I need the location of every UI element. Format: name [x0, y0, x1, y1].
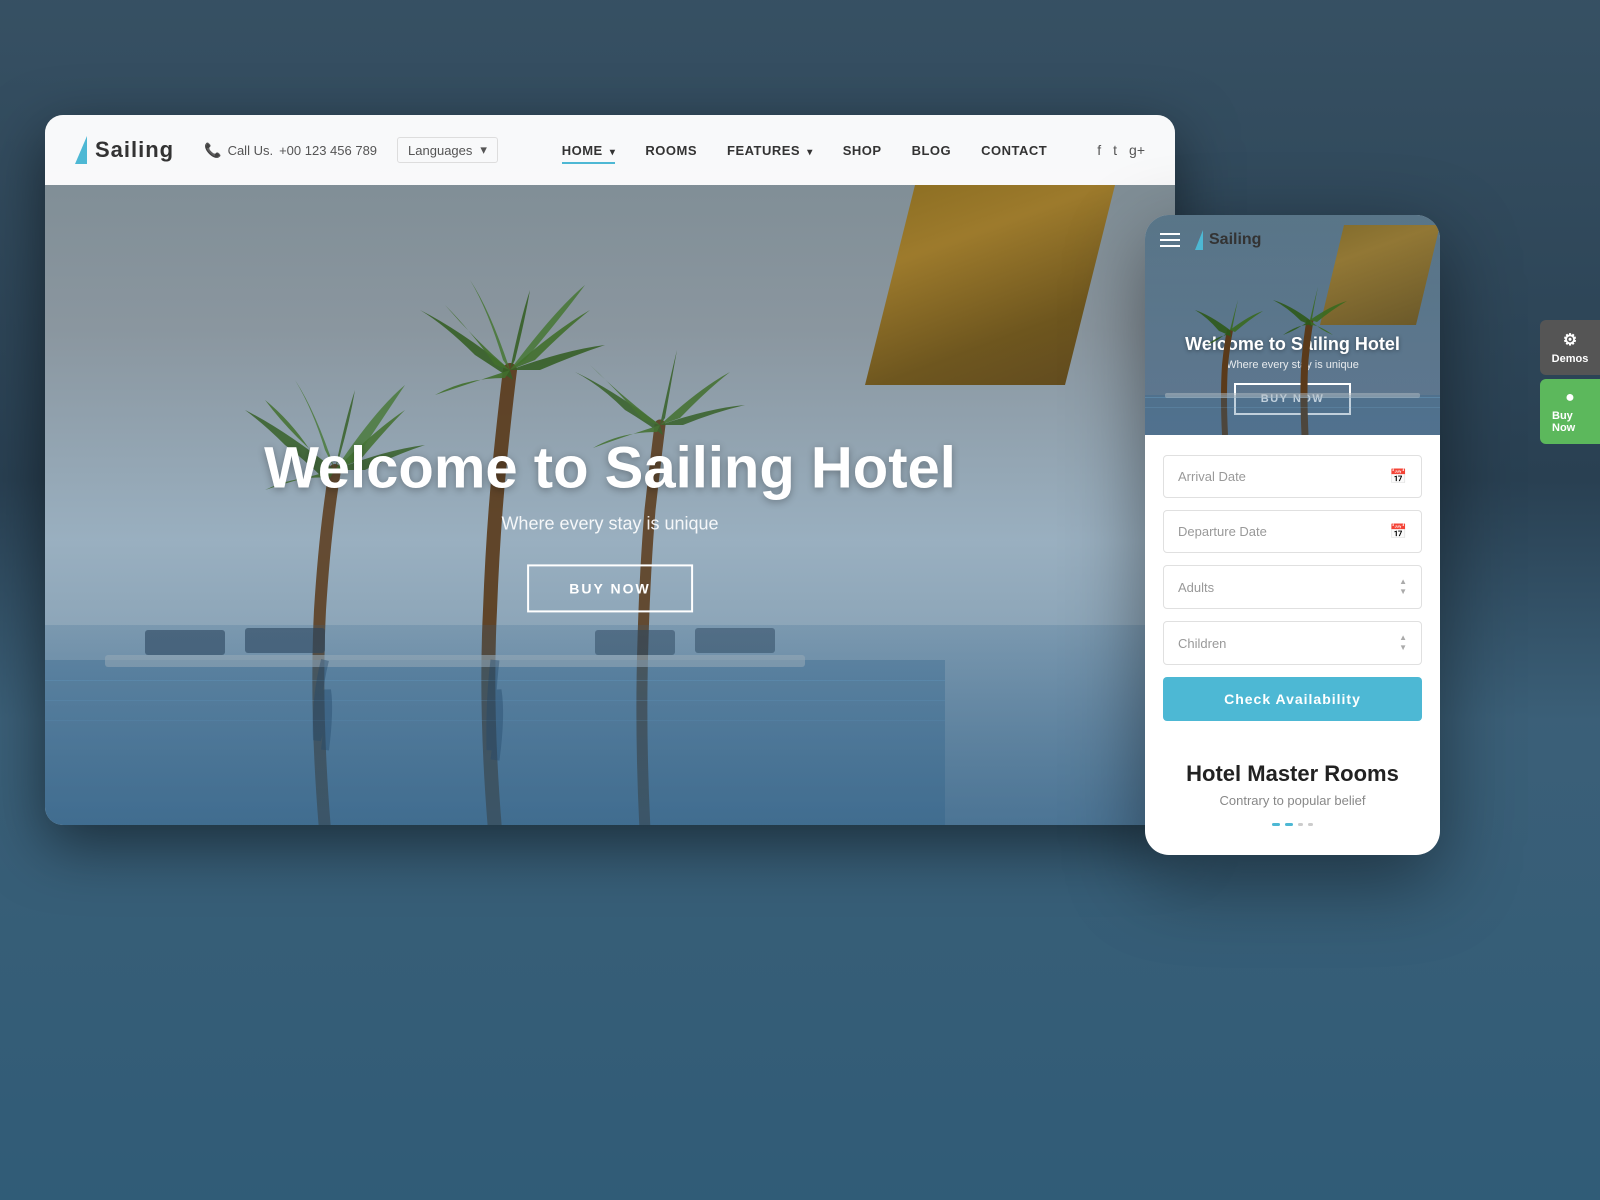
mobile-navbar: Sailing [1145, 215, 1440, 265]
mobile-logo[interactable]: Sailing [1195, 230, 1261, 250]
nav-item-features[interactable]: FEATURES ▾ [727, 143, 813, 158]
check-availability-button[interactable]: Check Availability [1163, 677, 1422, 721]
dot-inactive-2 [1308, 823, 1313, 826]
desktop-logo[interactable]: Sailing [75, 136, 174, 164]
adults-arrow-up: ▲ [1399, 578, 1407, 586]
desktop-languages-arrow-icon: ▾ [480, 142, 487, 158]
dot-active-1 [1272, 823, 1280, 826]
mobile-logo-text: Sailing [1209, 231, 1261, 249]
nav-item-home[interactable]: HOME ▾ [562, 143, 616, 158]
desktop-hero-subtitle: Where every stay is unique [264, 513, 956, 534]
hamburger-line-2 [1160, 239, 1180, 241]
mobile-palm-decoration [1145, 275, 1440, 435]
adults-select-arrows: ▲ ▼ [1399, 578, 1407, 596]
arrival-date-placeholder: Arrival Date [1178, 469, 1246, 484]
hamburger-line-1 [1160, 233, 1180, 235]
desktop-hero-content: Welcome to Sailing Hotel Where every sta… [264, 434, 956, 612]
hamburger-line-3 [1160, 245, 1180, 247]
dot-active-2 [1285, 823, 1293, 826]
phone-icon: 📞 [204, 142, 221, 159]
gear-icon: ⚙ [1563, 330, 1577, 350]
buy-now-side-button[interactable]: ● Buy Now [1540, 379, 1600, 444]
desktop-navbar: Sailing 📞 Call Us. +00 123 456 789 Langu… [45, 115, 1175, 185]
pool-reflection [45, 625, 1175, 825]
children-arrow-down: ▼ [1399, 644, 1407, 652]
desktop-logo-sail-icon [75, 136, 87, 164]
desktop-hero-buy-button[interactable]: BUY NOW [527, 564, 692, 612]
desktop-hero-title: Welcome to Sailing Hotel [264, 434, 956, 501]
mobile-rooms-subtitle: Contrary to popular belief [1163, 793, 1422, 808]
side-panel: ⚙ Demos ● Buy Now [1540, 320, 1600, 444]
twitter-icon[interactable]: t [1113, 142, 1117, 158]
adults-arrow-down: ▼ [1399, 588, 1407, 596]
googleplus-icon[interactable]: g+ [1129, 142, 1145, 158]
demos-label: Demos [1552, 353, 1589, 365]
mobile-rooms-section: Hotel Master Rooms Contrary to popular b… [1145, 761, 1440, 846]
demos-button[interactable]: ⚙ Demos [1540, 320, 1600, 375]
children-select[interactable]: Children ▲ ▼ [1163, 621, 1422, 665]
children-placeholder: Children [1178, 636, 1226, 651]
desktop-browser-mockup: Sailing 📞 Call Us. +00 123 456 789 Langu… [45, 115, 1175, 825]
desktop-nav-menu: HOME ▾ ROOMS FEATURES ▾ SHOP BLOG CONTAC… [562, 142, 1145, 158]
dot-inactive-1 [1298, 823, 1303, 826]
desktop-phone: 📞 Call Us. +00 123 456 789 [204, 142, 377, 159]
mobile-hamburger-menu[interactable] [1160, 233, 1180, 247]
nav-item-contact[interactable]: CONTACT [981, 143, 1047, 158]
buy-now-label: Buy Now [1552, 410, 1588, 434]
desktop-languages-label: Languages [408, 143, 472, 158]
departure-date-field[interactable]: Departure Date 📅 [1163, 510, 1422, 553]
mobile-rooms-indicator [1163, 823, 1422, 826]
mobile-rooms-title: Hotel Master Rooms [1163, 761, 1422, 787]
desktop-logo-text: Sailing [95, 137, 174, 163]
desktop-social-links: f t g+ [1097, 142, 1145, 158]
children-arrow-up: ▲ [1399, 634, 1407, 642]
buy-now-icon: ● [1565, 389, 1575, 407]
mobile-browser-mockup: Sailing Welcome to Sailing Hotel Where e… [1145, 215, 1440, 855]
desktop-phone-label: Call Us. [228, 143, 274, 158]
adults-placeholder: Adults [1178, 580, 1214, 595]
calendar-icon-departure: 📅 [1390, 523, 1407, 540]
adults-select[interactable]: Adults ▲ ▼ [1163, 565, 1422, 609]
arrival-date-field[interactable]: Arrival Date 📅 [1163, 455, 1422, 498]
nav-home-arrow-icon: ▾ [610, 147, 616, 158]
nav-item-shop[interactable]: SHOP [843, 143, 882, 158]
mobile-booking-form: Arrival Date 📅 Departure Date 📅 Adults ▲… [1145, 435, 1440, 761]
nav-item-rooms[interactable]: ROOMS [645, 143, 697, 158]
desktop-phone-number: +00 123 456 789 [279, 143, 377, 158]
nav-features-arrow-icon: ▾ [807, 147, 813, 158]
desktop-languages-dropdown[interactable]: Languages ▾ [397, 137, 498, 163]
departure-date-placeholder: Departure Date [1178, 524, 1267, 539]
facebook-icon[interactable]: f [1097, 142, 1101, 158]
nav-item-blog[interactable]: BLOG [912, 143, 952, 158]
mobile-hero-section: Sailing Welcome to Sailing Hotel Where e… [1145, 215, 1440, 435]
mobile-logo-sail-icon [1195, 230, 1203, 250]
children-select-arrows: ▲ ▼ [1399, 634, 1407, 652]
calendar-icon-arrival: 📅 [1390, 468, 1407, 485]
